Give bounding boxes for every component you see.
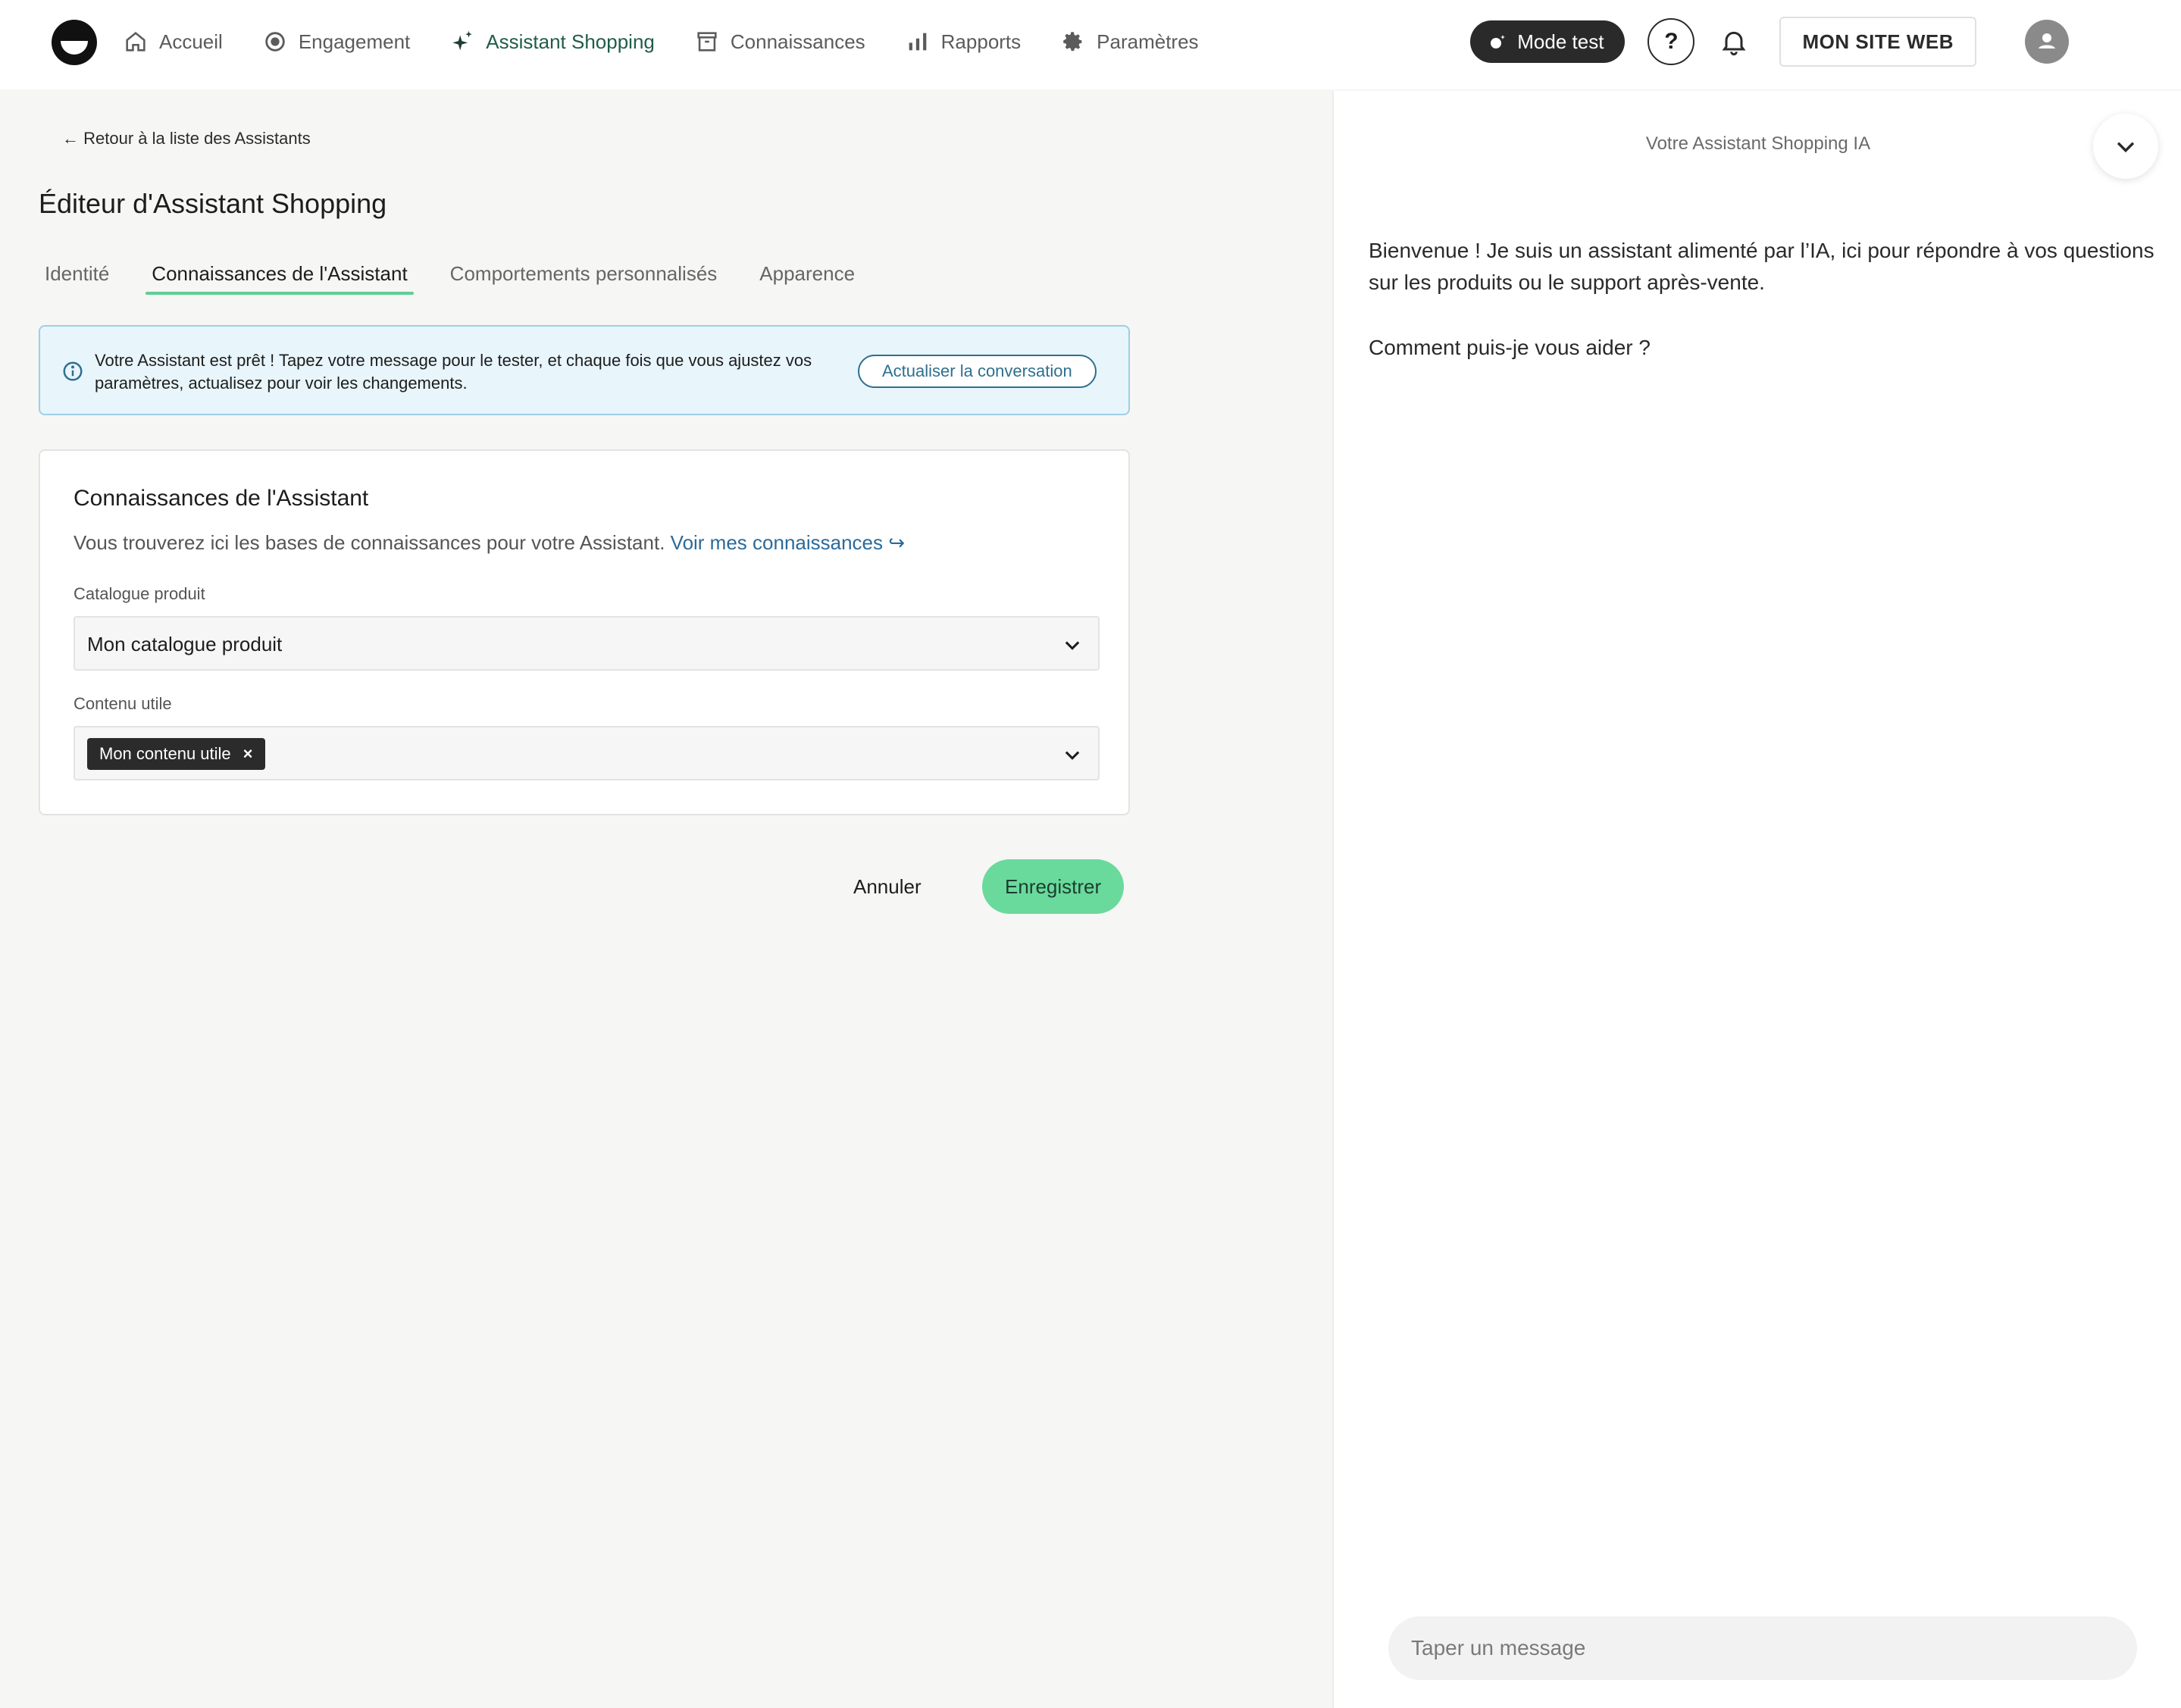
catalog-label: Catalogue produit xyxy=(74,584,205,603)
nav-label: Paramètres xyxy=(1097,30,1199,53)
tab-connaissances[interactable]: Connaissances de l'Assistant xyxy=(146,259,415,295)
top-navigation-bar: Accueil Engagement Assistant Shopping Co… xyxy=(0,0,2181,89)
gear-icon xyxy=(1063,32,1082,52)
view-knowledge-link[interactable]: Voir mes connaissances ↪ xyxy=(671,531,905,554)
chat-preview-panel: Votre Assistant Shopping IA Bienvenue ! … xyxy=(1332,91,2181,1708)
card-description: Vous trouverez ici les bases de connaiss… xyxy=(74,531,905,555)
chevron-down-icon xyxy=(1065,641,1080,650)
cancel-button[interactable]: Annuler xyxy=(829,859,946,914)
user-icon xyxy=(2039,33,2055,48)
user-avatar[interactable] xyxy=(2025,20,2069,64)
chat-message: Bienvenue ! Je suis un assistant aliment… xyxy=(1369,239,2154,294)
content-multiselect[interactable]: Mon contenu utile × xyxy=(74,726,1100,780)
chip-label: Mon contenu utile xyxy=(99,744,231,763)
page-title: Éditeur d'Assistant Shopping xyxy=(39,188,387,219)
catalog-select[interactable]: Mon catalogue produit xyxy=(74,616,1100,671)
view-knowledge-label: Voir mes connaissances xyxy=(670,531,884,554)
chat-message-input[interactable] xyxy=(1388,1616,2137,1680)
card-description-text: Vous trouverez ici les bases de connaiss… xyxy=(74,531,665,554)
top-right-actions: Mode test ? MON SITE WEB xyxy=(1470,0,1976,83)
editor-tabs: Identité Connaissances de l'Assistant Co… xyxy=(39,259,891,295)
card-title: Connaissances de l'Assistant xyxy=(74,486,369,511)
content-label: Contenu utile xyxy=(74,694,172,713)
nav-item-connaissances[interactable]: Connaissances xyxy=(694,29,865,55)
home-icon xyxy=(126,32,146,52)
test-mode-icon xyxy=(1491,35,1506,48)
back-to-assistants-link[interactable]: ← Retour à la liste des Assistants xyxy=(62,129,311,149)
nav-label: Accueil xyxy=(159,30,223,53)
my-website-label: MON SITE WEB xyxy=(1802,30,1954,53)
save-button[interactable]: Enregistrer xyxy=(982,859,1125,914)
nav-label: Rapports xyxy=(940,30,1022,53)
target-icon xyxy=(265,32,285,52)
brand-logo[interactable] xyxy=(52,20,97,65)
info-banner-text: Votre Assistant est prêt ! Tapez votre m… xyxy=(95,351,812,393)
help-button[interactable]: ? xyxy=(1647,18,1695,65)
refresh-conversation-button[interactable]: Actualiser la conversation xyxy=(858,355,1097,388)
mode-test-label: Mode test xyxy=(1517,30,1604,53)
my-website-button[interactable]: MON SITE WEB xyxy=(1779,17,1976,67)
nav-item-accueil[interactable]: Accueil xyxy=(123,29,223,55)
knowledge-card: Connaissances de l'Assistant Vous trouve… xyxy=(39,449,1130,815)
catalog-selected-value: Mon catalogue produit xyxy=(87,633,283,655)
collapse-chat-button[interactable] xyxy=(2093,114,2158,179)
nav-item-parametres[interactable]: Paramètres xyxy=(1060,29,1199,55)
chat-header-title: Votre Assistant Shopping IA xyxy=(1645,133,1871,154)
bar-chart-icon xyxy=(909,33,926,51)
mode-test-button[interactable]: Mode test xyxy=(1470,20,1626,63)
chevron-down-icon xyxy=(1065,751,1080,760)
nav-item-rapports[interactable]: Rapports xyxy=(905,29,1022,55)
tab-apparence[interactable]: Apparence xyxy=(753,259,861,295)
content-chip: Mon contenu utile × xyxy=(87,738,265,770)
nav-label: Engagement xyxy=(298,30,411,53)
bell-icon[interactable] xyxy=(1719,27,1749,57)
tab-comportements[interactable]: Comportements personnalisés xyxy=(444,259,724,295)
chat-message: Comment puis-je vous aider ? xyxy=(1369,336,1651,359)
help-icon: ? xyxy=(1664,29,1679,54)
sparkle-icon xyxy=(452,30,473,51)
chip-remove-icon[interactable]: × xyxy=(243,744,253,764)
nav-label: Connaissances xyxy=(730,30,865,53)
external-arrow-icon: ↪ xyxy=(888,531,906,554)
nav-item-assistant-shopping[interactable]: Assistant Shopping xyxy=(449,29,655,55)
info-icon xyxy=(63,361,83,381)
main-nav: Accueil Engagement Assistant Shopping Co… xyxy=(123,0,1199,83)
tab-identite[interactable]: Identité xyxy=(39,259,115,295)
chevron-down-icon xyxy=(2117,142,2135,153)
archive-icon xyxy=(697,32,717,52)
nav-item-engagement[interactable]: Engagement xyxy=(262,29,410,55)
nav-label: Assistant Shopping xyxy=(486,30,655,53)
info-banner: Votre Assistant est prêt ! Tapez votre m… xyxy=(39,325,1130,415)
